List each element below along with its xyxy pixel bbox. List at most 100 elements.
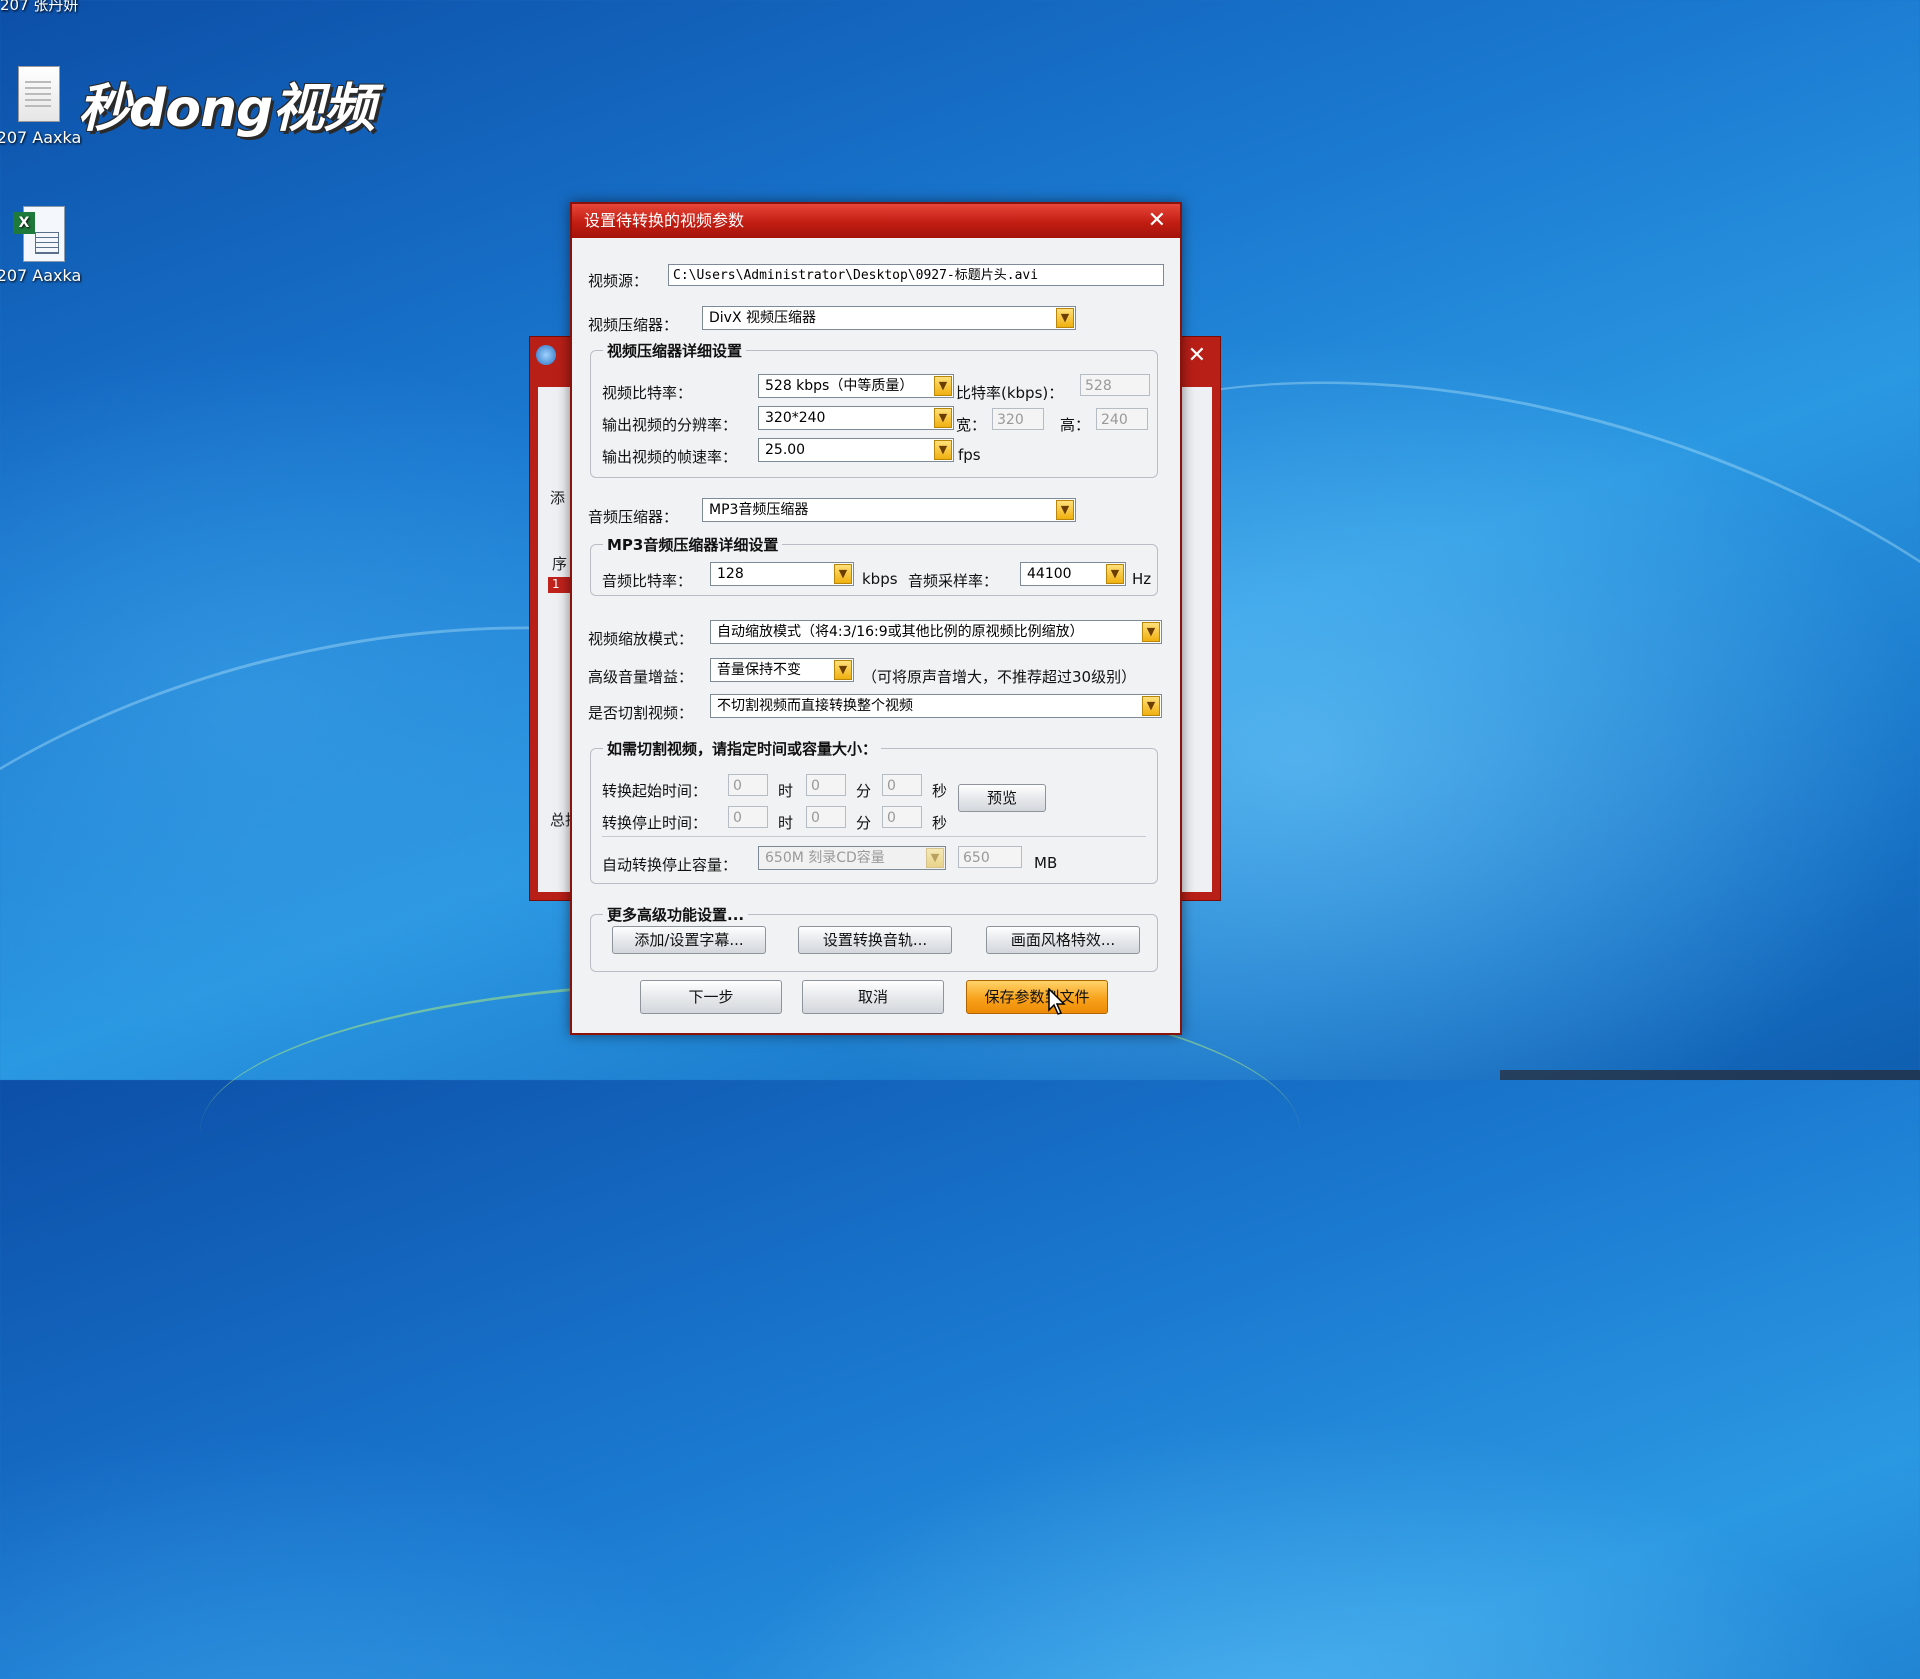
capacity-mb-field[interactable]: 650 (958, 846, 1022, 868)
stop-second-field[interactable]: 0 (882, 806, 922, 828)
chevron-down-icon[interactable]: ▼ (834, 564, 852, 584)
desktop-icon-text-file[interactable]: 207 Aaxka (0, 66, 84, 147)
mouse-cursor-icon (1048, 988, 1066, 1015)
chevron-down-icon[interactable]: ▼ (1056, 500, 1074, 520)
audio-track-button[interactable]: 设置转换音轨... (798, 926, 952, 954)
cancel-button[interactable]: 取消 (802, 980, 944, 1014)
text-file-icon (18, 66, 60, 122)
table-header-seq: 序 (552, 555, 568, 573)
resolution-label: 输出视频的分辨率： (602, 416, 738, 434)
start-time-label: 转换起始时间： (602, 782, 708, 800)
video-source-label: 视频源： (588, 272, 649, 290)
samplerate-select[interactable]: 44100 ▼ (1020, 562, 1126, 586)
hour-unit: 时 (778, 782, 794, 800)
cut-video-label: 是否切割视频： (588, 704, 694, 722)
add-button-partial[interactable]: 添 (550, 487, 565, 508)
chevron-down-icon[interactable]: ▼ (926, 848, 944, 868)
samplerate-value: 44100 (1027, 566, 1072, 582)
width-field[interactable]: 320 (992, 408, 1044, 430)
chevron-down-icon[interactable]: ▼ (834, 660, 852, 680)
capacity-unit: MB (1034, 854, 1058, 872)
chevron-down-icon[interactable]: ▼ (1056, 308, 1074, 328)
chevron-down-icon[interactable]: ▼ (934, 408, 952, 428)
fps-value: 25.00 (765, 442, 806, 458)
stop-minute-field[interactable]: 0 (806, 806, 846, 828)
chevron-down-icon[interactable]: ▼ (1106, 564, 1124, 584)
video-bitrate-select[interactable]: 528 kbps（中等质量） ▼ (758, 374, 954, 398)
desktop-icon-label: 207 Aaxka (0, 128, 82, 147)
volume-gain-value: 音量保持不变 (717, 662, 801, 678)
audio-bitrate-select[interactable]: 128 ▼ (710, 562, 854, 586)
group-title: 更多高级功能设置... (603, 904, 749, 925)
video-bitrate-value: 528 kbps（中等质量） (765, 378, 914, 394)
chevron-down-icon[interactable]: ▼ (1142, 696, 1160, 716)
close-icon[interactable]: ✕ (1148, 204, 1166, 238)
audio-codec-value: MP3音频压缩器 (709, 502, 809, 518)
cut-group-divider (602, 836, 1146, 837)
desktop-icon-excel-file[interactable]: X 207 Aaxka (0, 206, 84, 285)
watermark-logo: 秒dong视频 (78, 79, 375, 139)
samplerate-label: 音频采样率： (908, 572, 999, 590)
subtitle-button[interactable]: 添加/设置字幕... (612, 926, 766, 954)
video-codec-select[interactable]: DivX 视频压缩器 ▼ (702, 306, 1076, 330)
dialog-titlebar: 设置待转换的视频参数 ✕ (572, 204, 1180, 238)
minute-unit: 分 (856, 814, 872, 832)
group-title: MP3音频压缩器详细设置 (603, 534, 783, 555)
app-icon (536, 345, 556, 365)
start-minute-field[interactable]: 0 (806, 774, 846, 796)
fps-label: 输出视频的帧速率： (602, 448, 738, 466)
minute-unit: 分 (856, 782, 872, 800)
audio-codec-select[interactable]: MP3音频压缩器 ▼ (702, 498, 1076, 522)
resolution-value: 320*240 (765, 410, 826, 426)
scale-mode-label: 视频缩放模式： (588, 630, 694, 648)
chevron-down-icon[interactable]: ▼ (1142, 622, 1160, 642)
capacity-label: 自动转换停止容量： (602, 856, 738, 874)
height-field[interactable]: 240 (1096, 408, 1148, 430)
desktop-icon-label: 207 Aaxka (0, 266, 82, 285)
video-bitrate-label: 视频比特率： (602, 384, 693, 402)
start-second-field[interactable]: 0 (882, 774, 922, 796)
volume-gain-select[interactable]: 音量保持不变 ▼ (710, 658, 854, 682)
excel-file-icon: X (13, 206, 65, 262)
second-unit: 秒 (932, 782, 948, 800)
effects-button[interactable]: 画面风格特效... (986, 926, 1140, 954)
stop-hour-field[interactable]: 0 (728, 806, 768, 828)
capacity-select[interactable]: 650M 刻录CD容量 ▼ (758, 846, 946, 870)
width-label: 宽： (956, 416, 987, 434)
scale-mode-select[interactable]: 自动缩放模式（将4:3/16:9或其他比例的原视频比例缩放） ▼ (710, 620, 1162, 644)
taskbar-edge (1500, 1070, 1920, 1080)
audio-bitrate-unit: kbps (862, 570, 898, 588)
stop-time-label: 转换停止时间： (602, 814, 708, 832)
start-hour-field[interactable]: 0 (728, 774, 768, 796)
audio-bitrate-value: 128 (717, 566, 744, 582)
close-icon[interactable]: ✕ (1188, 343, 1206, 368)
volume-gain-hint: （可将原声音增大，不推荐超过30级别） (862, 668, 1137, 686)
resolution-select[interactable]: 320*240 ▼ (758, 406, 954, 430)
audio-codec-label: 音频压缩器： (588, 508, 679, 526)
bitrate-kbps-label: 比特率(kbps)： (956, 384, 1064, 402)
cut-video-value: 不切割视频而直接转换整个视频 (717, 698, 913, 714)
desktop-top-label: 207 张丹妍 (0, 0, 79, 14)
chevron-down-icon[interactable]: ▼ (934, 440, 952, 460)
samplerate-unit: Hz (1132, 570, 1152, 588)
save-params-button[interactable]: 保存参数到文件 (966, 980, 1108, 1014)
fps-unit: fps (958, 446, 981, 464)
hour-unit: 时 (778, 814, 794, 832)
group-title: 视频压缩器详细设置 (603, 340, 747, 361)
video-codec-label: 视频压缩器： (588, 316, 679, 334)
next-button[interactable]: 下一步 (640, 980, 782, 1014)
video-codec-value: DivX 视频压缩器 (709, 310, 816, 326)
group-title: 如需切割视频，请指定时间或容量大小： (603, 738, 882, 759)
bitrate-kbps-field[interactable]: 528 (1080, 374, 1150, 396)
audio-bitrate-label: 音频比特率： (602, 572, 693, 590)
capacity-value: 650M 刻录CD容量 (765, 850, 885, 866)
video-source-field[interactable]: C:\Users\Administrator\Desktop\0927-标题片头… (668, 264, 1164, 286)
dialog-title: 设置待转换的视频参数 (584, 211, 745, 230)
cut-video-select[interactable]: 不切割视频而直接转换整个视频 ▼ (710, 694, 1162, 718)
chevron-down-icon[interactable]: ▼ (934, 376, 952, 396)
fps-select[interactable]: 25.00 ▼ (758, 438, 954, 462)
second-unit: 秒 (932, 814, 948, 832)
scale-mode-value: 自动缩放模式（将4:3/16:9或其他比例的原视频比例缩放） (717, 624, 1084, 640)
volume-gain-label: 高级音量增益： (588, 668, 694, 686)
preview-button[interactable]: 预览 (958, 784, 1046, 812)
